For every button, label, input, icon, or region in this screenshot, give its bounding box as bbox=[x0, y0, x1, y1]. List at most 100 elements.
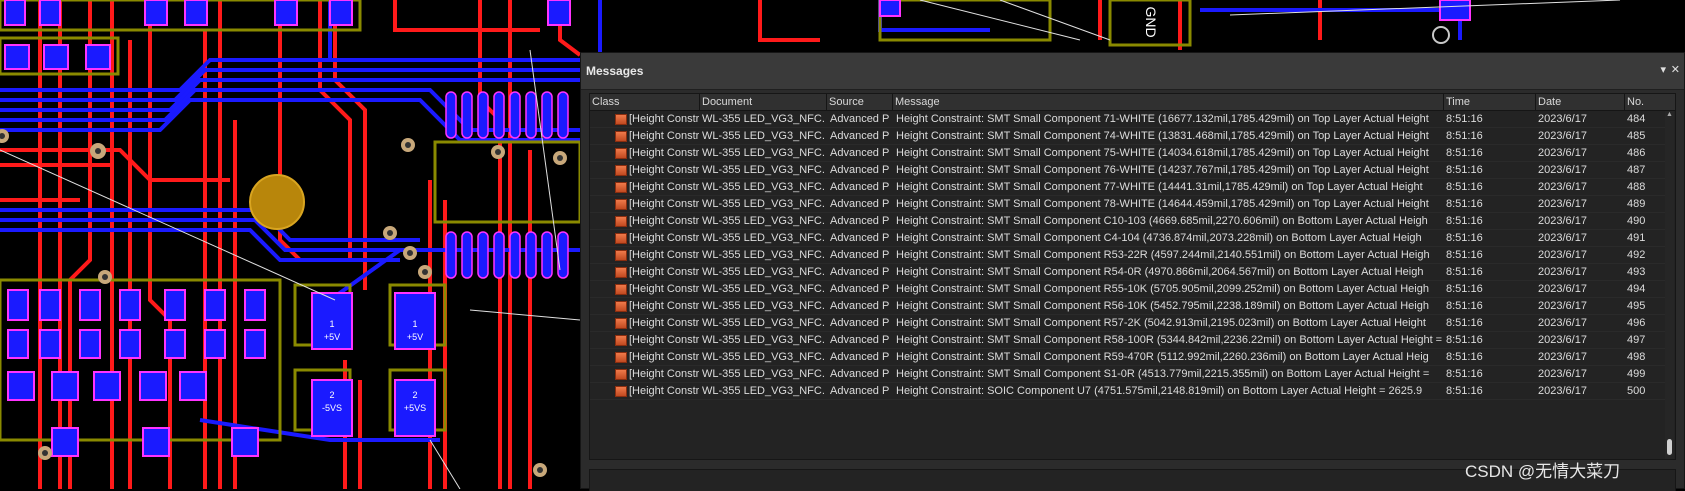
table-header: Class Document Source Message Time Date … bbox=[590, 94, 1675, 111]
cell-class: [Height Constr bbox=[629, 164, 699, 176]
cell-time: 8:51:16 bbox=[1446, 215, 1483, 227]
violation-icon bbox=[615, 301, 627, 312]
scroll-thumb[interactable] bbox=[1667, 439, 1672, 455]
cell-no: 488 bbox=[1627, 181, 1646, 193]
cell-message: Height Constraint: SMT Small Component R… bbox=[896, 300, 1429, 312]
table-row[interactable]: [Height Constr WL-355 LED_VG3_NFC.Pc Advan… bbox=[590, 264, 1666, 281]
cell-no: 496 bbox=[1627, 317, 1646, 329]
cell-source: Advanced P bbox=[830, 198, 890, 210]
cell-date: 2023/6/17 bbox=[1538, 283, 1587, 295]
cell-no: 487 bbox=[1627, 164, 1646, 176]
cell-class: [Height Constr bbox=[629, 198, 699, 210]
cell-time: 8:51:16 bbox=[1446, 164, 1483, 176]
panel-titlebar[interactable]: Messages ▾ ✕ bbox=[581, 53, 1684, 90]
cell-class: [Height Constr bbox=[629, 215, 699, 227]
cell-no: 489 bbox=[1627, 198, 1646, 210]
violation-icon bbox=[615, 335, 627, 346]
table-row[interactable]: [Height Constr WL-355 LED_VG3_NFC.Pc Advan… bbox=[590, 179, 1666, 196]
pcb-label-4-line1: 2 bbox=[412, 390, 417, 400]
close-icon[interactable]: ✕ bbox=[1671, 63, 1680, 76]
cell-no: 495 bbox=[1627, 300, 1646, 312]
cell-message: Height Constraint: SMT Small Component 7… bbox=[896, 181, 1423, 193]
cell-document: WL-355 LED_VG3_NFC.Pc bbox=[702, 130, 825, 142]
cell-no: 497 bbox=[1627, 334, 1646, 346]
cell-message: Height Constraint: SMT Small Component R… bbox=[896, 283, 1429, 295]
table-row[interactable]: [Height Constr WL-355 LED_VG3_NFC.Pc Advan… bbox=[590, 128, 1666, 145]
cell-time: 8:51:16 bbox=[1446, 368, 1483, 380]
cell-source: Advanced P bbox=[830, 130, 890, 142]
cell-message: Height Constraint: SMT Small Component R… bbox=[896, 266, 1424, 278]
pcb-label-1-line1: 1 bbox=[329, 319, 334, 329]
cell-no: 491 bbox=[1627, 232, 1646, 244]
cell-document: WL-355 LED_VG3_NFC.Pc bbox=[702, 198, 825, 210]
table-row[interactable]: [Height Constr WL-355 LED_VG3_NFC.Pc Advan… bbox=[590, 366, 1666, 383]
table-row[interactable]: [Height Constr WL-355 LED_VG3_NFC.Pc Advan… bbox=[590, 162, 1666, 179]
table-row[interactable]: [Height Constr WL-355 LED_VG3_NFC.Pc Advan… bbox=[590, 298, 1666, 315]
cell-time: 8:51:16 bbox=[1446, 300, 1483, 312]
panel-title: Messages bbox=[586, 64, 644, 78]
cell-no: 500 bbox=[1627, 385, 1646, 397]
violation-icon bbox=[615, 318, 627, 329]
scroll-up-icon[interactable]: ▲ bbox=[1665, 111, 1674, 121]
cell-date: 2023/6/17 bbox=[1538, 317, 1587, 329]
column-header-source[interactable]: Source bbox=[827, 94, 893, 110]
violation-icon bbox=[615, 352, 627, 363]
cell-class: [Height Constr bbox=[629, 368, 699, 380]
table-row[interactable]: [Height Constr WL-355 LED_VG3_NFC.Pc Advan… bbox=[590, 332, 1666, 349]
pcb-label-2-line2: +5V bbox=[407, 332, 423, 342]
cell-message: Height Constraint: SOIC Component U7 (47… bbox=[896, 385, 1423, 397]
cell-no: 494 bbox=[1627, 283, 1646, 295]
cell-source: Advanced P bbox=[830, 385, 890, 397]
cell-message: Height Constraint: SMT Small Component C… bbox=[896, 232, 1422, 244]
column-header-document[interactable]: Document bbox=[700, 94, 827, 110]
cell-time: 8:51:16 bbox=[1446, 181, 1483, 193]
cell-date: 2023/6/17 bbox=[1538, 351, 1587, 363]
column-header-date[interactable]: Date bbox=[1536, 94, 1625, 110]
table-row[interactable]: [Height Constr WL-355 LED_VG3_NFC.Pc Advan… bbox=[590, 145, 1666, 162]
violation-icon bbox=[615, 233, 627, 244]
table-row[interactable]: [Height Constr WL-355 LED_VG3_NFC.Pc Advan… bbox=[590, 196, 1666, 213]
table-row[interactable]: [Height Constr WL-355 LED_VG3_NFC.Pc Advan… bbox=[590, 383, 1666, 400]
messages-table: Class Document Source Message Time Date … bbox=[589, 93, 1676, 460]
table-row[interactable]: [Height Constr WL-355 LED_VG3_NFC.Pc Advan… bbox=[590, 349, 1666, 366]
pcb-label-3-line2: -5VS bbox=[322, 403, 342, 413]
column-header-class[interactable]: Class bbox=[590, 94, 700, 110]
cell-date: 2023/6/17 bbox=[1538, 368, 1587, 380]
cell-source: Advanced P bbox=[830, 249, 890, 261]
table-row[interactable]: [Height Constr WL-355 LED_VG3_NFC.Pc Advan… bbox=[590, 315, 1666, 332]
cell-class: [Height Constr bbox=[629, 283, 699, 295]
cell-message: Height Constraint: SMT Small Component 7… bbox=[896, 198, 1429, 210]
vertical-scrollbar[interactable]: ▲ bbox=[1665, 111, 1674, 459]
cell-no: 493 bbox=[1627, 266, 1646, 278]
table-row[interactable]: [Height Constr WL-355 LED_VG3_NFC.Pc Advan… bbox=[590, 111, 1666, 128]
column-header-no[interactable]: No. bbox=[1625, 94, 1675, 110]
cell-message: Height Constraint: SMT Small Component R… bbox=[896, 351, 1429, 363]
cell-document: WL-355 LED_VG3_NFC.Pc bbox=[702, 317, 825, 329]
cell-source: Advanced P bbox=[830, 368, 890, 380]
table-row[interactable]: [Height Constr WL-355 LED_VG3_NFC.Pc Advan… bbox=[590, 281, 1666, 298]
cell-document: WL-355 LED_VG3_NFC.Pc bbox=[702, 368, 825, 380]
cell-date: 2023/6/17 bbox=[1538, 300, 1587, 312]
violation-icon bbox=[615, 386, 627, 397]
violation-icon bbox=[615, 369, 627, 380]
table-row[interactable]: [Height Constr WL-355 LED_VG3_NFC.Pc Advan… bbox=[590, 213, 1666, 230]
cell-source: Advanced P bbox=[830, 317, 890, 329]
cell-no: 490 bbox=[1627, 215, 1646, 227]
table-row[interactable]: [Height Constr WL-355 LED_VG3_NFC.Pc Advan… bbox=[590, 247, 1666, 264]
cell-source: Advanced P bbox=[830, 113, 890, 125]
watermark: CSDN @无情大菜刀 bbox=[1465, 462, 1621, 481]
dropdown-icon[interactable]: ▾ bbox=[1660, 63, 1666, 76]
cell-source: Advanced P bbox=[830, 164, 890, 176]
column-header-message[interactable]: Message bbox=[893, 94, 1444, 110]
cell-message: Height Constraint: SMT Small Component C… bbox=[896, 215, 1428, 227]
cell-time: 8:51:16 bbox=[1446, 334, 1483, 346]
cell-document: WL-355 LED_VG3_NFC.Pc bbox=[702, 351, 825, 363]
cell-no: 485 bbox=[1627, 130, 1646, 142]
messages-panel: Messages ▾ ✕ Class Document Source Messa… bbox=[580, 52, 1685, 491]
cell-time: 8:51:16 bbox=[1446, 266, 1483, 278]
cell-time: 8:51:16 bbox=[1446, 232, 1483, 244]
table-row[interactable]: [Height Constr WL-355 LED_VG3_NFC.Pc Advan… bbox=[590, 230, 1666, 247]
column-header-time[interactable]: Time bbox=[1444, 94, 1536, 110]
pcb-label-4-line2: +5VS bbox=[404, 403, 426, 413]
cell-class: [Height Constr bbox=[629, 351, 699, 363]
